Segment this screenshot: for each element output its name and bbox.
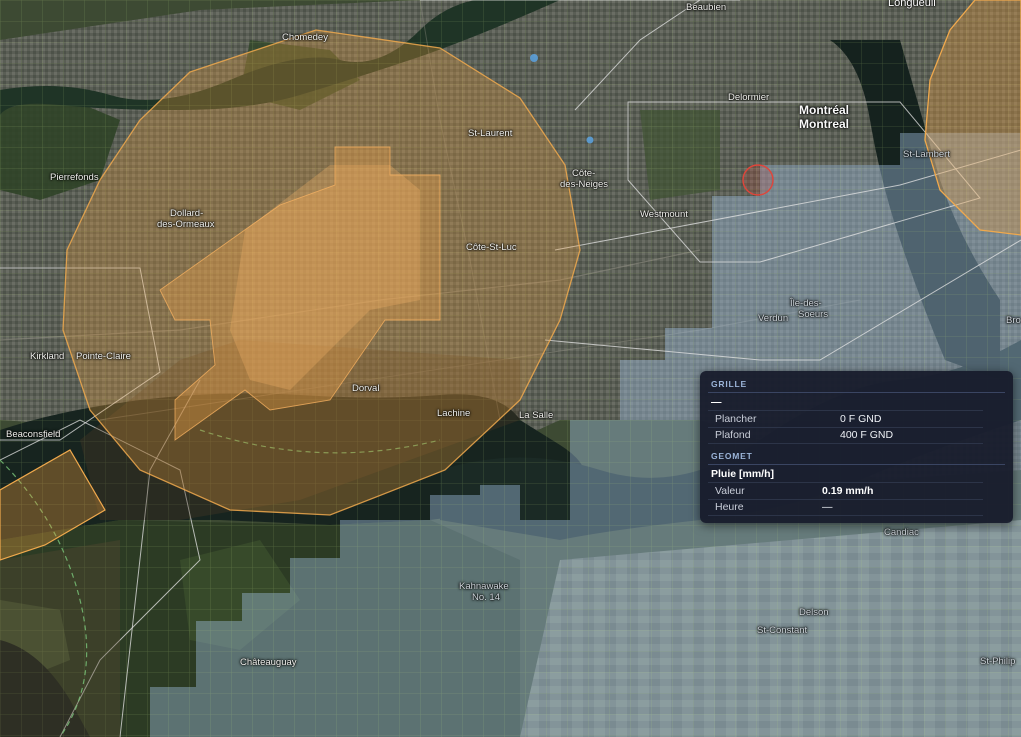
- place-label: Westmount: [640, 209, 688, 220]
- heure-value: —: [822, 501, 833, 513]
- place-label: Longueuil: [888, 0, 936, 9]
- plancher-label: Plancher: [715, 413, 757, 425]
- valeur-label: Valeur: [715, 485, 745, 497]
- place-label: No. 14: [472, 592, 500, 603]
- place-label: Bro: [1006, 315, 1021, 326]
- place-label: Châteauguay: [240, 657, 297, 668]
- place-label: Dollard-: [170, 208, 204, 219]
- place-label: Delson: [799, 607, 829, 618]
- place-label: Verdun: [758, 313, 789, 324]
- place-label: Beaconsfield: [6, 429, 61, 440]
- place-label: St-Philip: [980, 656, 1016, 667]
- place-label: Dorval: [352, 383, 380, 394]
- place-label: Côte-St-Luc: [466, 242, 517, 253]
- place-label: Kahnawake: [459, 581, 509, 592]
- place-label: Delormier: [728, 92, 770, 103]
- grille-name: —: [711, 396, 722, 408]
- place-label: La Salle: [519, 410, 554, 421]
- place-label: Montréal: [799, 103, 850, 117]
- place-label: St-Laurent: [468, 128, 513, 139]
- place-label: des-Neiges: [560, 179, 609, 190]
- map-view[interactable]: Longueuil Beaubien Chomedey Delormier Mo…: [0, 0, 1021, 737]
- place-label: St-Lambert: [903, 149, 950, 160]
- plancher-value: 0 F GND: [840, 413, 882, 425]
- place-label: Candiac: [884, 527, 919, 538]
- place-label: Chomedey: [282, 32, 328, 43]
- place-label: des-Ormeaux: [157, 219, 215, 230]
- place-label: Beaubien: [686, 2, 727, 13]
- heure-label: Heure: [715, 501, 744, 513]
- place-label: Côte-: [572, 168, 596, 179]
- feature-info-panel: GRILLE — Plancher 0 F GND Plafond 400 F …: [700, 371, 1013, 523]
- place-label: Pierrefonds: [50, 172, 99, 183]
- place-label: Pointe-Claire: [76, 351, 131, 362]
- plafond-label: Plafond: [715, 429, 751, 441]
- plafond-value: 400 F GND: [840, 429, 894, 441]
- northeast-control-zone[interactable]: [924, 0, 1021, 236]
- heliport-marker[interactable]: [742, 164, 774, 196]
- place-label: Montreal: [799, 117, 850, 131]
- place-label: Île-des-: [790, 298, 822, 309]
- section-title-grille: GRILLE: [711, 379, 747, 389]
- place-label: Soeurs: [798, 309, 829, 320]
- place-label: Lachine: [437, 408, 471, 419]
- west-control-zone[interactable]: [0, 449, 106, 561]
- airspace-overlay: [0, 0, 1021, 561]
- valeur-value: 0.19 mm/h: [822, 485, 874, 497]
- section-title-geomet: GEOMET: [711, 451, 753, 461]
- geomet-layer-name: Pluie [mm/h]: [711, 468, 775, 480]
- place-label: St-Constant: [757, 625, 808, 636]
- place-label: Kirkland: [30, 351, 65, 362]
